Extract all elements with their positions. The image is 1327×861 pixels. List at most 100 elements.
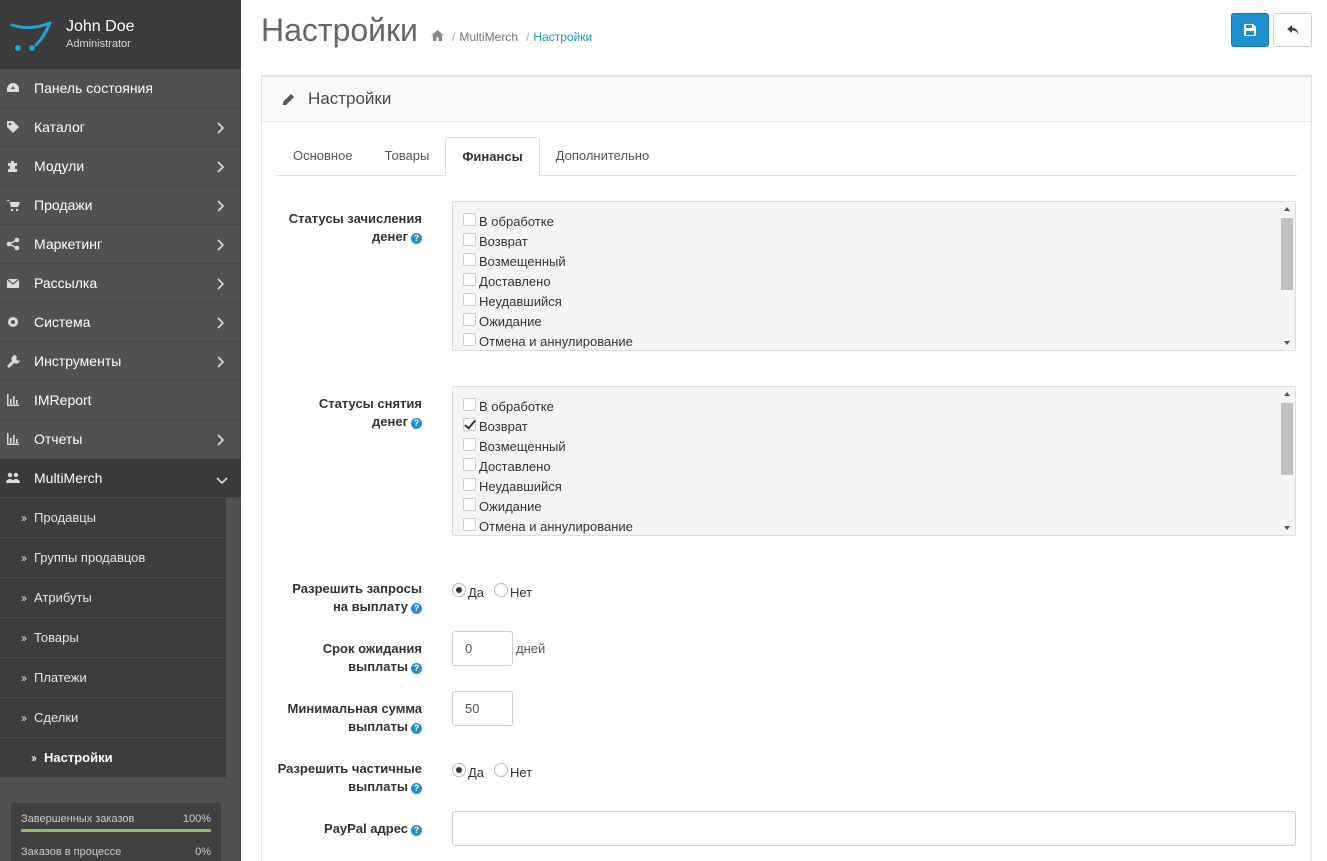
menu-item-system[interactable]: Система	[0, 303, 241, 342]
submenu-item-settings[interactable]: ›› Настройки	[0, 738, 226, 778]
checkbox-item[interactable]: В обработке	[463, 396, 1295, 416]
checkbox[interactable]	[463, 232, 476, 246]
checkbox[interactable]	[463, 497, 476, 511]
breadcrumb-separator: /	[526, 30, 530, 44]
help-icon[interactable]: ?	[411, 783, 422, 794]
payout-wait-input[interactable]: 0	[452, 631, 513, 666]
checkbox-label: В обработке	[479, 213, 554, 229]
checkbox-item[interactable]: Неудавшийся	[463, 291, 1295, 311]
submenu-item-sellers[interactable]: ›› Продавцы	[0, 498, 226, 538]
help-icon[interactable]: ?	[411, 723, 422, 734]
scroll-up-arrow-icon[interactable]	[1284, 392, 1290, 396]
checkbox-item[interactable]: Отмена и аннулирование	[463, 331, 1295, 350]
checkbox[interactable]	[463, 397, 476, 411]
tab-general[interactable]: Основное	[277, 137, 369, 175]
menu-item-sales[interactable]: Продажи	[0, 186, 241, 225]
menu-item-dashboard[interactable]: Панель состояния	[0, 69, 241, 108]
allow-payout-label: Разрешить запросы на выплату?	[272, 580, 422, 616]
breadcrumb-link[interactable]: MultiMerch	[459, 30, 518, 44]
scroll-down-arrow-icon[interactable]	[1284, 341, 1290, 345]
scrollbar[interactable]	[1279, 387, 1295, 535]
user-profile[interactable]: John Doe Administrator	[0, 0, 241, 69]
tab-products[interactable]: Товары	[369, 137, 446, 175]
help-icon[interactable]: ?	[411, 603, 422, 614]
radio-no[interactable]	[494, 762, 509, 777]
menu-item-mail[interactable]: Рассылка	[0, 264, 241, 303]
checkbox-item[interactable]: Возврат	[463, 231, 1295, 251]
save-button[interactable]	[1231, 13, 1269, 47]
checkbox-item[interactable]: Возврат	[463, 416, 1295, 436]
submenu-item-products[interactable]: ›› Товары	[0, 618, 226, 658]
checkbox-item[interactable]: Возмещенный	[463, 251, 1295, 271]
checkbox[interactable]	[463, 417, 476, 431]
label-text: Статусы зачисления	[288, 211, 422, 226]
checkbox-item[interactable]: Ожидание	[463, 496, 1295, 516]
menu-item-catalog[interactable]: Каталог	[0, 108, 241, 147]
scrollbar-thumb[interactable]	[1281, 403, 1293, 475]
submenu-item-payments[interactable]: ›› Платежи	[0, 658, 226, 698]
tags-icon	[6, 120, 20, 134]
dashboard-icon	[6, 81, 20, 95]
menu-item-tools[interactable]: Инструменты	[0, 342, 241, 381]
menu-item-reports[interactable]: Отчеты	[0, 420, 241, 459]
double-chevron-right-icon: ››	[21, 670, 27, 685]
help-icon[interactable]: ?	[411, 418, 422, 429]
home-icon[interactable]	[431, 30, 444, 44]
scrollbar[interactable]	[1279, 202, 1295, 350]
checkbox[interactable]	[463, 437, 476, 451]
checkbox[interactable]	[463, 457, 476, 471]
puzzle-icon	[6, 159, 20, 173]
checkbox[interactable]	[463, 272, 476, 286]
help-icon[interactable]: ?	[411, 825, 422, 836]
checkbox-item[interactable]: Отмена и аннулирование	[463, 516, 1295, 535]
checkbox-label: Доставлено	[479, 458, 551, 474]
radio-yes[interactable]	[452, 582, 466, 597]
breadcrumb-link[interactable]: Настройки	[533, 30, 592, 44]
label-text: на выплату	[332, 599, 408, 614]
checkbox-item[interactable]: Неудавшийся	[463, 476, 1295, 496]
paypal-input[interactable]	[452, 811, 1296, 846]
menu-item-multimerch[interactable]: MultiMerch	[0, 459, 241, 498]
checkbox[interactable]	[463, 477, 476, 491]
chevron-right-icon	[216, 121, 225, 134]
submenu-label: Товары	[34, 630, 79, 645]
radio-yes[interactable]	[452, 762, 466, 777]
label-text: Статусы снятия	[318, 396, 422, 411]
partial-payout-radio-group: Да Нет	[452, 762, 542, 780]
checkbox[interactable]	[463, 212, 476, 226]
checkbox[interactable]	[463, 292, 476, 306]
chevron-right-icon	[216, 355, 225, 368]
checkbox[interactable]	[463, 332, 476, 346]
help-icon[interactable]: ?	[411, 663, 422, 674]
paypal-label: PayPal адрес?	[272, 820, 422, 838]
checkbox[interactable]	[463, 517, 476, 531]
chevron-right-icon	[216, 160, 225, 173]
checkbox-item[interactable]: Ожидание	[463, 311, 1295, 331]
menu-item-imreport[interactable]: IMReport	[0, 381, 241, 420]
radio-no[interactable]	[494, 582, 509, 597]
back-button[interactable]	[1273, 13, 1312, 47]
checkbox-item[interactable]: В обработке	[463, 211, 1295, 231]
submenu-item-attributes[interactable]: ›› Атрибуты	[0, 578, 226, 618]
min-payout-input[interactable]: 50	[452, 691, 513, 726]
submenu-label: Группы продавцов	[34, 550, 146, 565]
checkbox[interactable]	[463, 312, 476, 326]
menu-label: Модули	[34, 158, 85, 174]
submenu-item-seller-groups[interactable]: ›› Группы продавцов	[0, 538, 226, 578]
submenu-item-transactions[interactable]: ›› Сделки	[0, 698, 226, 738]
checkbox-item[interactable]: Доставлено	[463, 456, 1295, 476]
tab-finance[interactable]: Финансы	[445, 137, 540, 177]
checkbox[interactable]	[463, 252, 476, 266]
scrollbar-thumb[interactable]	[1281, 218, 1293, 290]
scroll-down-arrow-icon[interactable]	[1284, 526, 1290, 530]
menu-item-marketing[interactable]: Маркетинг	[0, 225, 241, 264]
checkbox-item[interactable]: Возмещенный	[463, 436, 1295, 456]
tab-additional[interactable]: Дополнительно	[540, 137, 666, 175]
page-title: Настройки	[261, 12, 418, 48]
menu-item-modules[interactable]: Модули	[0, 147, 241, 186]
submenu-label: Платежи	[34, 670, 87, 685]
scroll-up-arrow-icon[interactable]	[1284, 207, 1290, 211]
help-icon[interactable]: ?	[411, 233, 422, 244]
menu-label: MultiMerch	[34, 470, 103, 486]
checkbox-item[interactable]: Доставлено	[463, 271, 1295, 291]
